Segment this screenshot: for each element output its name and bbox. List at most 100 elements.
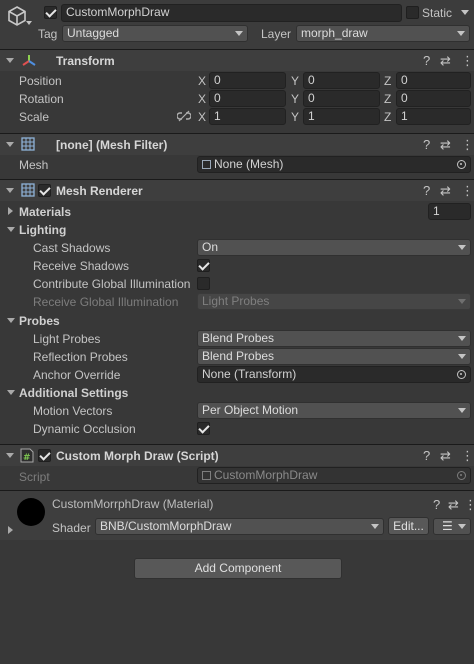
foldout-arrow-icon[interactable] — [6, 188, 14, 193]
anchor-override-field[interactable]: None (Transform) — [197, 366, 471, 383]
transform-icon — [22, 55, 36, 66]
active-toggle[interactable] — [44, 6, 57, 19]
static-dropdown-arrow-icon[interactable] — [461, 10, 469, 15]
materials-label[interactable]: Materials — [19, 205, 71, 219]
help-icon[interactable]: ? — [433, 497, 440, 512]
preset-icon[interactable]: ⇄ — [440, 448, 451, 464]
mesh-label: Mesh — [19, 158, 49, 172]
preset-icon[interactable]: ⇄ — [440, 137, 451, 153]
layer-value: morph_draw — [301, 26, 368, 40]
chevron-down-icon — [371, 524, 379, 529]
materials-foldout[interactable] — [8, 207, 13, 215]
object-picker-icon[interactable] — [457, 160, 466, 169]
rotation-z-field[interactable]: 0 — [396, 90, 471, 107]
chevron-down-icon — [458, 408, 466, 413]
shader-dropdown[interactable]: BNB/CustomMorphDraw — [95, 518, 384, 535]
context-menu-icon[interactable]: ⋮ — [461, 137, 474, 153]
constrain-proportions-icon[interactable] — [177, 110, 191, 122]
scale-y-field[interactable]: 1 — [303, 108, 380, 125]
mesh-object-field[interactable]: None (Mesh) — [197, 156, 471, 173]
help-icon[interactable]: ? — [423, 137, 430, 152]
chevron-down-icon — [458, 354, 466, 359]
script-header[interactable]: # Custom Morph Draw (Script) ? ⇄ ⋮ — [0, 444, 474, 466]
scale-y-axis: Y — [291, 110, 300, 124]
material-options-dropdown[interactable]: ☰ — [433, 518, 471, 535]
context-menu-icon[interactable]: ⋮ — [461, 183, 474, 199]
scale-z-field[interactable]: 1 — [396, 108, 471, 125]
context-menu-icon[interactable]: ⋮ — [464, 497, 474, 513]
layer-label: Layer — [261, 27, 292, 41]
object-picker-icon — [457, 471, 466, 480]
position-x-field[interactable]: 0 — [209, 72, 286, 89]
additional-settings-label[interactable]: Additional Settings — [19, 386, 128, 400]
motion-vectors-label: Motion Vectors — [33, 404, 113, 418]
script-enabled-toggle[interactable] — [38, 449, 51, 462]
preset-icon[interactable]: ⇄ — [440, 183, 451, 199]
csharp-script-icon: # — [20, 448, 34, 463]
mesh-renderer-title: Mesh Renderer — [56, 184, 143, 198]
transform-body: Position X 0 Y 0 Z 0 Rotation X 0 Y 0 Z … — [0, 72, 474, 132]
mesh-renderer-enabled-toggle[interactable] — [38, 184, 51, 197]
mesh-filter-icon — [21, 137, 35, 151]
position-z-field[interactable]: 0 — [396, 72, 471, 89]
contribute-gi-label: Contribute Global Illumination — [33, 277, 191, 291]
dynamic-occlusion-label: Dynamic Occlusion — [33, 422, 136, 436]
help-icon[interactable]: ? — [423, 183, 430, 198]
add-component-button[interactable]: Add Component — [134, 558, 342, 579]
object-picker-icon[interactable] — [457, 370, 466, 379]
foldout-arrow-icon[interactable] — [6, 142, 14, 147]
probes-label[interactable]: Probes — [19, 314, 60, 328]
probes-foldout[interactable] — [7, 318, 15, 323]
contribute-gi-toggle[interactable] — [197, 277, 210, 290]
context-menu-icon[interactable]: ⋮ — [461, 53, 474, 69]
context-menu-icon[interactable]: ⋮ — [461, 448, 474, 464]
help-icon[interactable]: ? — [423, 53, 430, 68]
additional-settings-foldout[interactable] — [7, 390, 15, 395]
reflection-probes-dropdown[interactable]: Blend Probes — [197, 348, 471, 365]
receive-shadows-label: Receive Shadows — [33, 259, 130, 273]
chevron-down-icon — [458, 336, 466, 341]
tag-label: Tag — [38, 27, 58, 41]
foldout-arrow-icon[interactable] — [6, 453, 14, 458]
lighting-foldout[interactable] — [7, 227, 15, 232]
static-toggle[interactable] — [406, 6, 419, 19]
mesh-renderer-header[interactable]: Mesh Renderer ? ⇄ ⋮ — [0, 179, 474, 201]
rotation-z-axis: Z — [384, 92, 392, 106]
layer-dropdown[interactable]: morph_draw — [296, 25, 470, 42]
material-foldout[interactable] — [8, 526, 13, 534]
preset-icon[interactable]: ⇄ — [440, 53, 451, 69]
help-icon[interactable]: ? — [423, 448, 430, 463]
cast-shadows-dropdown[interactable]: On — [197, 239, 471, 256]
chevron-down-icon — [458, 245, 466, 250]
list-icon: ☰ — [442, 519, 453, 533]
rotation-x-field[interactable]: 0 — [209, 90, 286, 107]
motion-vectors-dropdown[interactable]: Per Object Motion — [197, 402, 471, 419]
light-probes-dropdown[interactable]: Blend Probes — [197, 330, 471, 347]
receive-shadows-toggle[interactable] — [197, 259, 210, 272]
rotation-y-field[interactable]: 0 — [303, 90, 380, 107]
svg-text:#: # — [23, 453, 31, 463]
light-probes-label: Light Probes — [33, 332, 101, 346]
mesh-renderer-icon — [21, 183, 35, 197]
script-title: Custom Morph Draw (Script) — [56, 449, 219, 463]
tag-dropdown[interactable]: Untagged — [62, 25, 248, 42]
anchor-override-value: None (Transform) — [202, 367, 297, 381]
preset-icon[interactable]: ⇄ — [448, 497, 459, 513]
lighting-label[interactable]: Lighting — [19, 223, 66, 237]
transform-header[interactable]: Transform ? ⇄ ⋮ — [0, 49, 474, 71]
mesh-object-icon — [202, 160, 211, 169]
edit-shader-button[interactable]: Edit... — [388, 517, 429, 535]
mesh-filter-header[interactable]: [none] (Mesh Filter) ? ⇄ ⋮ — [0, 133, 474, 155]
chevron-down-icon — [457, 31, 465, 36]
scale-label: Scale — [19, 110, 50, 124]
script-file-icon — [202, 471, 211, 480]
dynamic-occlusion-toggle[interactable] — [197, 422, 210, 435]
icon-dropdown-arrow-icon[interactable] — [26, 21, 32, 25]
anchor-override-label: Anchor Override — [33, 368, 121, 382]
materials-count-field[interactable]: 1 — [428, 203, 471, 220]
foldout-arrow-icon[interactable] — [6, 58, 14, 63]
position-y-field[interactable]: 0 — [303, 72, 380, 89]
gameobject-cube-icon — [8, 6, 26, 26]
scale-x-field[interactable]: 1 — [209, 108, 286, 125]
gameobject-name-field[interactable]: CustomMorphDraw — [61, 4, 402, 22]
